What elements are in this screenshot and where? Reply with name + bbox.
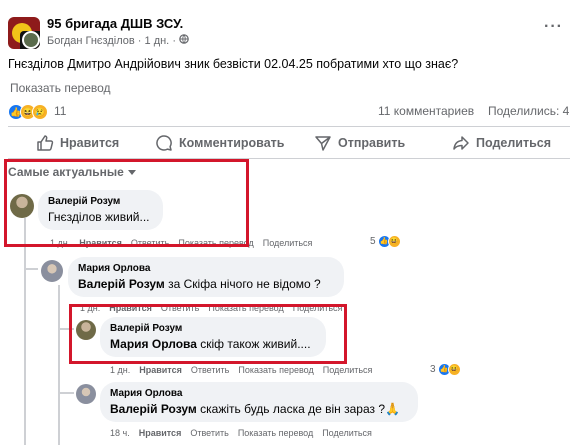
mention-link[interactable]: Валерій Розум	[78, 277, 165, 291]
thread-line	[24, 268, 38, 270]
shares-count[interactable]: Поделились: 4	[488, 104, 569, 118]
comment-share-button[interactable]: Поделиться	[322, 428, 372, 438]
comment-translate-link[interactable]: Показать перевод	[238, 365, 313, 375]
post-meta: Богдан Гнєзділов · 1 дн. ·	[47, 34, 189, 47]
comment-like-button[interactable]: Нравится	[139, 365, 182, 375]
author-avatar[interactable]	[22, 31, 40, 49]
like-button[interactable]: Нравится	[36, 132, 119, 154]
comment-author[interactable]: Мария Орлова	[110, 388, 406, 399]
post-time[interactable]: 1 дн.	[145, 35, 170, 47]
highlight-box	[69, 304, 347, 364]
comment-text: Валерій Розум за Скіфа нічого не відомо …	[78, 277, 321, 291]
send-button[interactable]: Отправить	[314, 132, 405, 154]
thread-line	[58, 392, 74, 394]
post-text: Гнєзділов Дмитро Андрійович зник безвіст…	[8, 57, 459, 71]
share-button[interactable]: Поделиться	[452, 132, 551, 154]
comment-time[interactable]: 18 ч.	[110, 428, 130, 438]
comment-bubble: Мария Орлова Валерій Розум скажіть будь …	[100, 382, 418, 422]
comment-author[interactable]: Мария Орлова	[78, 263, 332, 274]
haha-reaction-icon: 😆	[387, 235, 401, 248]
comment-reactions[interactable]: 3 👍 😆	[430, 363, 461, 376]
commenter-avatar[interactable]	[76, 384, 96, 404]
highlight-box	[4, 159, 249, 247]
comment-translate-link[interactable]: Показать перевод	[238, 428, 313, 438]
comment-actions: 18 ч. Нравится Ответить Показать перевод…	[110, 428, 372, 438]
comment-icon	[156, 135, 172, 151]
thread-line	[24, 218, 26, 445]
comment-text: Валерій Розум скажіть будь ласка де він …	[110, 402, 400, 416]
more-icon[interactable]: ···	[544, 18, 563, 36]
comment-button[interactable]: Комментировать	[155, 132, 284, 154]
comment-time[interactable]: 1 дн.	[110, 365, 130, 375]
comment-reply-button[interactable]: Ответить	[191, 365, 229, 375]
globe-icon	[179, 34, 189, 47]
send-icon	[315, 136, 331, 151]
commenter-avatar[interactable]	[41, 260, 63, 282]
comments-count[interactable]: 11 комментариев	[378, 104, 474, 118]
mention-link[interactable]: Валерій Розум	[110, 402, 197, 416]
comment-share-button[interactable]: Поделиться	[323, 365, 373, 375]
haha-reaction-icon: 😆	[447, 363, 461, 376]
divider	[8, 126, 570, 127]
group-name[interactable]: 95 бригада ДШВ ЗСУ.	[47, 16, 183, 31]
comment-share-button[interactable]: Поделиться	[263, 238, 313, 248]
comment-reactions[interactable]: 5 👍 😆	[370, 235, 401, 248]
share-icon	[453, 136, 469, 150]
comment-like-button[interactable]: Нравится	[139, 428, 182, 438]
comment-actions: 1 дн. Нравится Ответить Показать перевод…	[110, 365, 372, 375]
reaction-count[interactable]: 11	[54, 104, 66, 118]
comment-bubble: Мария Орлова Валерій Розум за Скіфа нічо…	[68, 257, 344, 297]
show-translation-link[interactable]: Показать перевод	[10, 81, 111, 95]
sad-reaction-icon: 😢	[32, 104, 48, 120]
thread-line	[58, 285, 60, 445]
author-name[interactable]: Богдан Гнєзділов	[47, 35, 135, 47]
comment-reply-button[interactable]: Ответить	[190, 428, 228, 438]
like-icon	[37, 135, 54, 151]
